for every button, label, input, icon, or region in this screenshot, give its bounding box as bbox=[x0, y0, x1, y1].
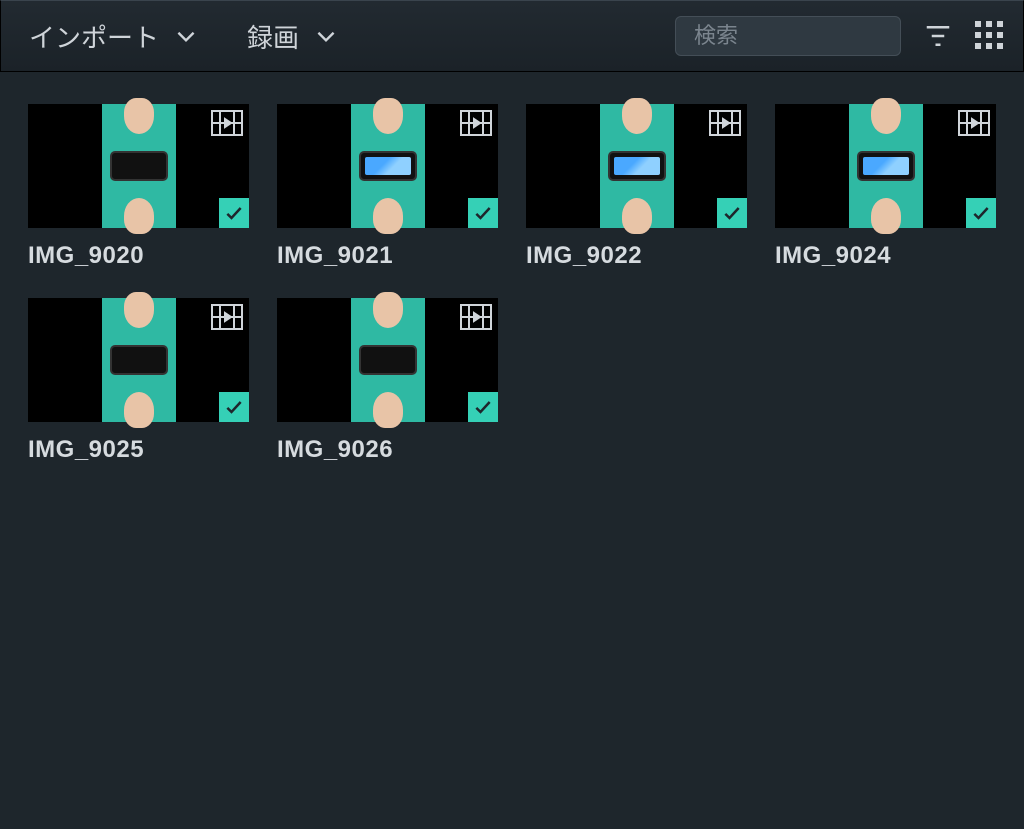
video-clip-icon bbox=[958, 110, 990, 136]
thumbnail-art bbox=[849, 104, 923, 228]
selected-check-icon bbox=[219, 392, 249, 422]
grid-icon bbox=[975, 21, 1005, 49]
media-thumbnail[interactable] bbox=[277, 298, 498, 422]
video-clip-icon bbox=[460, 304, 492, 330]
media-thumbnail[interactable] bbox=[775, 104, 996, 228]
selected-check-icon bbox=[717, 198, 747, 228]
video-clip-icon bbox=[709, 110, 741, 136]
video-clip-icon bbox=[460, 110, 492, 136]
search-box[interactable] bbox=[675, 16, 901, 56]
video-clip-icon bbox=[211, 110, 243, 136]
import-menu[interactable]: インポート bbox=[19, 12, 209, 61]
media-item[interactable]: IMG_9025 bbox=[28, 298, 249, 464]
media-gallery: IMG_9020 IMG_9021 bbox=[0, 72, 1024, 496]
thumbnail-art bbox=[102, 298, 176, 422]
media-item-label: IMG_9024 bbox=[775, 242, 996, 270]
thumbnail-art bbox=[102, 104, 176, 228]
video-clip-icon bbox=[211, 304, 243, 330]
thumbnail-art bbox=[600, 104, 674, 228]
media-item[interactable]: IMG_9021 bbox=[277, 104, 498, 270]
media-item-label: IMG_9020 bbox=[28, 242, 249, 270]
media-item[interactable]: IMG_9022 bbox=[526, 104, 747, 270]
media-thumbnail[interactable] bbox=[28, 298, 249, 422]
topbar: インポート 録画 bbox=[0, 0, 1024, 72]
view-grid-button[interactable] bbox=[975, 21, 1005, 51]
media-item[interactable]: IMG_9020 bbox=[28, 104, 249, 270]
thumbnail-art bbox=[351, 298, 425, 422]
selected-check-icon bbox=[219, 198, 249, 228]
record-label: 録画 bbox=[247, 18, 299, 55]
chevron-down-icon bbox=[313, 23, 339, 49]
media-item-label: IMG_9021 bbox=[277, 242, 498, 270]
record-menu[interactable]: 録画 bbox=[237, 12, 349, 61]
selected-check-icon bbox=[468, 392, 498, 422]
media-item-label: IMG_9022 bbox=[526, 242, 747, 270]
media-item-label: IMG_9026 bbox=[277, 436, 498, 464]
media-thumbnail[interactable] bbox=[526, 104, 747, 228]
chevron-down-icon bbox=[173, 23, 199, 49]
media-item[interactable]: IMG_9026 bbox=[277, 298, 498, 464]
thumbnail-art bbox=[351, 104, 425, 228]
media-thumbnail[interactable] bbox=[28, 104, 249, 228]
media-item-label: IMG_9025 bbox=[28, 436, 249, 464]
import-label: インポート bbox=[29, 18, 159, 55]
filter-button[interactable] bbox=[923, 21, 953, 51]
selected-check-icon bbox=[468, 198, 498, 228]
media-item[interactable]: IMG_9024 bbox=[775, 104, 996, 270]
media-thumbnail[interactable] bbox=[277, 104, 498, 228]
selected-check-icon bbox=[966, 198, 996, 228]
